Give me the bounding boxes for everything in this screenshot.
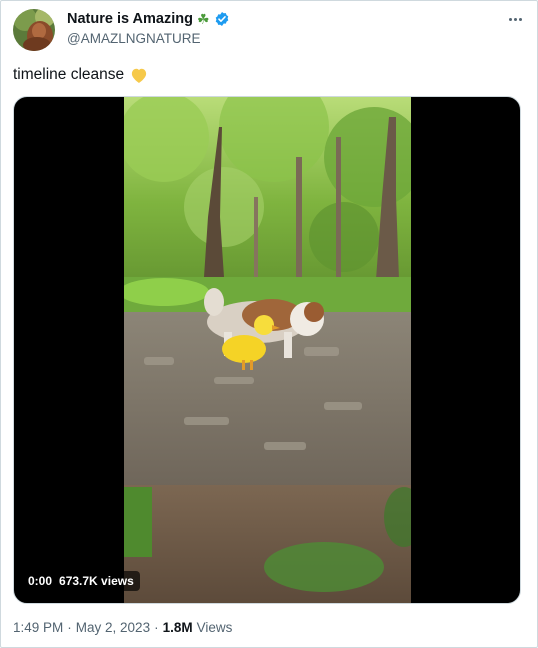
yellow-heart-icon	[130, 67, 148, 84]
video-frame[interactable]	[124, 97, 411, 603]
video-timestamp: 0:00	[28, 574, 53, 588]
tweet-footer: 1:49 PM · May 2, 2023 · 1.8M Views	[13, 620, 232, 635]
tweet-time[interactable]: 1:49 PM	[13, 620, 63, 635]
avatar[interactable]	[13, 9, 55, 51]
more-options-icon[interactable]	[505, 11, 525, 27]
views-count[interactable]: 1.8M	[163, 620, 193, 635]
video-views: 673.7K views	[59, 574, 134, 588]
author-name-row[interactable]: Nature is Amazing ☘	[67, 11, 230, 27]
shamrock-icon: ☘	[196, 11, 210, 27]
tweet-date[interactable]: May 2, 2023	[76, 620, 150, 635]
video-meta-overlay: 0:00 673.7K views	[22, 571, 140, 591]
tweet-text-content: timeline cleanse	[13, 66, 125, 83]
author-display-name[interactable]: Nature is Amazing	[67, 11, 193, 27]
tweet-text: timeline cleanse	[13, 66, 148, 84]
author-handle[interactable]: @AMAZLNGNATURE	[67, 31, 200, 46]
footer-separator: ·	[154, 620, 159, 635]
video-player[interactable]: 0:00 673.7K views	[13, 96, 521, 604]
video-thumbnail	[124, 97, 411, 603]
verified-badge-icon	[214, 11, 230, 27]
footer-separator: ·	[67, 620, 72, 635]
avatar-image	[13, 9, 55, 51]
views-label: Views	[196, 620, 233, 635]
